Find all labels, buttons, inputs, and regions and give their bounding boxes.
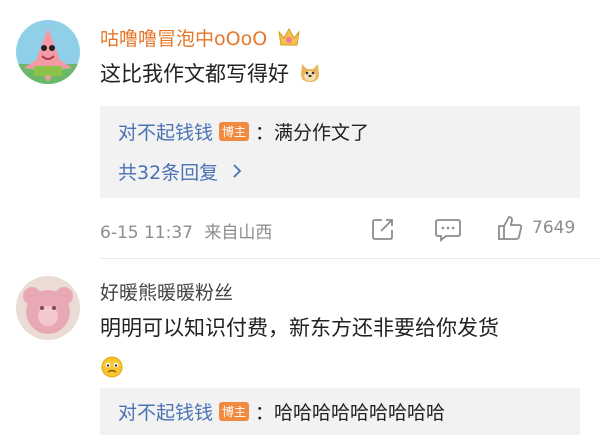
blogger-badge: 博主: [219, 122, 250, 141]
avatar-image: [16, 276, 80, 340]
more-replies-label: 共32条回复: [118, 162, 219, 184]
comment-divider: [100, 258, 600, 259]
comment-text: 这比我作文都写得好: [100, 54, 322, 98]
username[interactable]: 咕噜噜冒泡中oOoO: [100, 24, 301, 53]
doge-emoji-icon: [298, 58, 322, 98]
username[interactable]: 好暖熊暖暖粉丝: [100, 278, 233, 305]
comment-time: 6-15 11:37: [100, 223, 193, 243]
reply-text: ：哈哈哈哈哈哈哈哈哈: [255, 402, 446, 424]
comment-text: 明明可以知识付费，新东方还非要给你发货: [100, 308, 580, 392]
comment-icon[interactable]: [434, 216, 462, 246]
username-text: 咕噜噜冒泡中oOoO: [100, 28, 268, 50]
avatar[interactable]: [16, 20, 80, 84]
comment-meta: 6-15 11:37 来自山西: [100, 218, 272, 243]
reply-preview: 对不起钱钱 博主 ：哈哈哈哈哈哈哈哈哈: [118, 398, 445, 425]
like-count: 7649: [532, 218, 576, 238]
thumbs-up-icon[interactable]: [496, 214, 524, 246]
blogger-badge: 博主: [219, 402, 250, 421]
crown-icon: [277, 26, 301, 53]
chevron-right-icon: [232, 162, 242, 184]
reply-box[interactable]: 对不起钱钱 博主 ：哈哈哈哈哈哈哈哈哈: [100, 388, 580, 435]
avatar[interactable]: [16, 276, 80, 340]
reply-text: ：满分作文了: [255, 122, 370, 144]
comment-location: 来自山西: [204, 223, 273, 243]
reply-box[interactable]: 对不起钱钱 博主 ：满分作文了 共32条回复: [100, 106, 580, 198]
avatar-image: [16, 20, 80, 84]
comment-body: 明明可以知识付费，新东方还非要给你发货: [100, 316, 499, 340]
sad-face-emoji-icon: [100, 352, 124, 392]
comment-body: 这比我作文都写得好: [100, 62, 289, 86]
comment-1: 咕噜噜冒泡中oOoO 这比我作文都写得好 对不起钱钱 博主 ：满分作文了 共32条回…: [0, 0, 600, 260]
comment-2: 好暖熊暖暖粉丝 明明可以知识付费，新东方还非要给你发货 对不起钱钱 博主 ：哈哈哈哈…: [0, 262, 600, 435]
reply-preview: 对不起钱钱 博主 ：满分作文了: [118, 118, 369, 145]
share-icon[interactable]: [370, 216, 396, 246]
reply-author[interactable]: 对不起钱钱: [118, 402, 213, 424]
more-replies-link[interactable]: 共32条回复: [118, 158, 242, 185]
reply-author[interactable]: 对不起钱钱: [118, 122, 213, 144]
